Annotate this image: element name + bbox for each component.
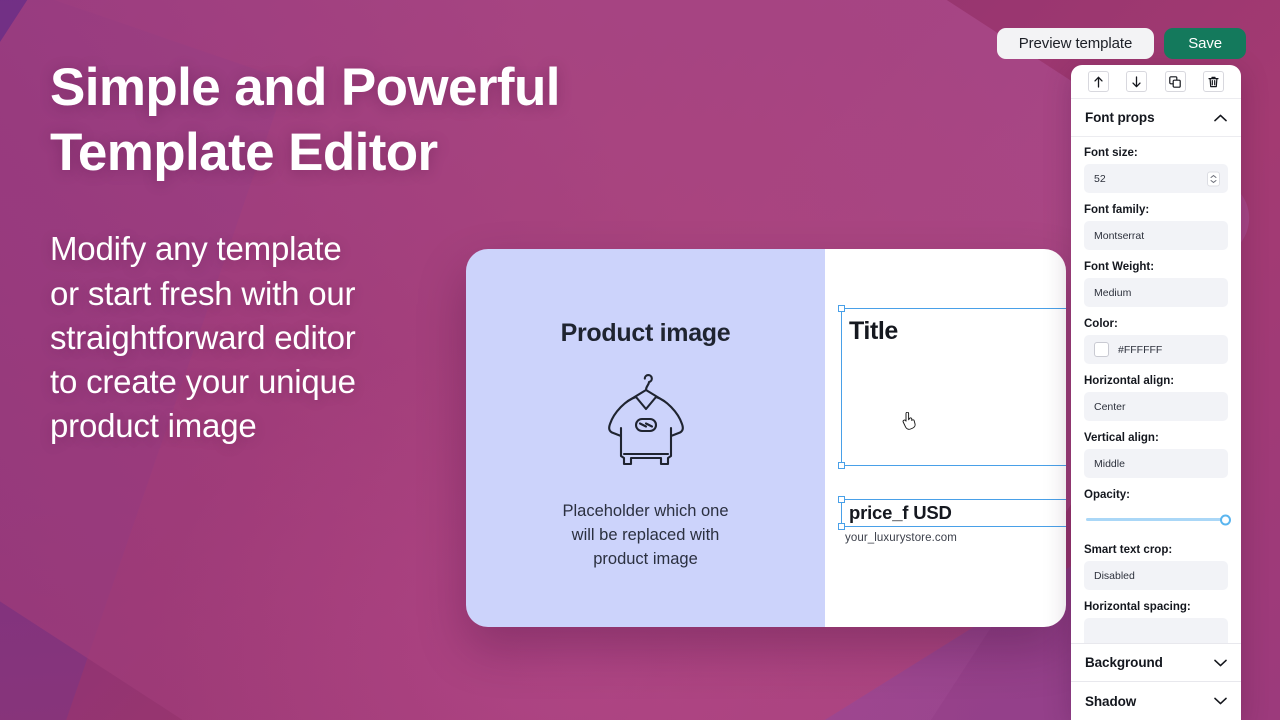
page-title-line-1: Simple and Powerful (50, 58, 560, 117)
color-swatch[interactable] (1094, 342, 1109, 357)
page-title: Simple and Powerful Template Editor (50, 56, 670, 185)
field-color: Color: #FFFFFF (1084, 318, 1228, 364)
color-value: #FFFFFF (1118, 343, 1163, 356)
mouse-cursor-pointer (902, 411, 917, 435)
title-text-element[interactable]: Title (838, 305, 1066, 469)
font-weight-select[interactable]: Medium (1084, 278, 1228, 307)
field-font-size: Font size: 52 (1084, 147, 1228, 193)
font-props-title: Font props (1085, 110, 1155, 125)
move-down-icon[interactable] (1126, 71, 1148, 92)
field-color-label: Color: (1084, 318, 1118, 330)
vertical-align-value: Middle (1094, 457, 1125, 470)
accordion-shadow[interactable]: Shadow (1071, 682, 1241, 720)
page-title-line-2: Template Editor (50, 122, 438, 182)
font-size-value: 52 (1094, 172, 1106, 185)
field-vertical-align: Vertical align: Middle (1084, 432, 1228, 478)
font-weight-value: Medium (1094, 286, 1132, 299)
field-font-weight-label: Font Weight: (1084, 261, 1155, 273)
font-family-value: Montserrat (1094, 229, 1145, 242)
sweater-hanger-icon (600, 368, 692, 475)
placeholder-caption: Placeholder which one will be replaced w… (531, 499, 761, 571)
font-family-select[interactable]: Montserrat (1084, 221, 1228, 250)
template-canvas[interactable]: Product image Placeholder which one will… (466, 249, 1066, 627)
field-smart-text-crop: Smart text crop: Disabled (1084, 544, 1228, 590)
field-opacity: Opacity: (1084, 489, 1231, 533)
chevron-down-icon[interactable] (1214, 654, 1227, 672)
title-text-label: Title (849, 317, 898, 345)
price-text-label: price_f USD (849, 502, 952, 523)
field-font-size-label: Font size: (1084, 147, 1138, 159)
field-font-family: Font family: Montserrat (1084, 204, 1228, 250)
accordion-background[interactable]: Background (1071, 644, 1241, 682)
move-up-icon[interactable] (1087, 71, 1109, 92)
store-url-text[interactable]: your_luxurystore.com (845, 532, 957, 544)
opacity-slider-track[interactable] (1086, 514, 1231, 525)
field-font-family-label: Font family: (1084, 204, 1150, 216)
panel-toolbar (1071, 65, 1241, 99)
price-resize-handle-bottom-left[interactable] (838, 523, 845, 530)
font-size-stepper[interactable] (1207, 171, 1220, 186)
color-input[interactable]: #FFFFFF (1084, 335, 1228, 364)
placeholder-caption-line-1: Placeholder which one (562, 502, 729, 520)
field-smart-text-crop-label: Smart text crop: (1084, 544, 1173, 556)
price-resize-handle-top-left[interactable] (838, 496, 845, 503)
placeholder-caption-line-3: product image (593, 550, 698, 569)
field-font-weight: Font Weight: Medium (1084, 261, 1228, 307)
canvas-text-area[interactable]: Title price_f USD your_luxurystore.com (825, 249, 1066, 627)
field-horizontal-align: Horizontal align: Center (1084, 375, 1228, 421)
accordion-shadow-label: Shadow (1085, 693, 1137, 709)
field-opacity-label: Opacity: (1084, 489, 1131, 501)
field-horizontal-spacing-label: Horizontal spacing: (1084, 601, 1191, 613)
resize-handle-bottom-left[interactable] (838, 462, 845, 469)
opacity-slider[interactable] (1084, 506, 1231, 533)
preview-template-button[interactable]: Preview template (996, 28, 1155, 59)
horizontal-align-select[interactable]: Center (1084, 392, 1228, 421)
resize-handle-top-left[interactable] (838, 305, 845, 312)
save-button[interactable]: Save (1164, 28, 1246, 59)
placeholder-title: Product image (560, 319, 731, 347)
top-action-bar: Preview template Save (996, 28, 1246, 59)
chevron-down-icon[interactable] (1214, 692, 1227, 710)
field-horizontal-align-label: Horizontal align: (1084, 375, 1175, 387)
font-props-header[interactable]: Font props (1071, 99, 1241, 137)
panel-accordions: Background Shadow (1071, 643, 1241, 720)
product-image-placeholder[interactable]: Product image Placeholder which one will… (466, 249, 825, 627)
duplicate-icon[interactable] (1164, 71, 1186, 92)
properties-panel[interactable]: Font props Font size: 52 Font family: Mo… (1071, 65, 1241, 720)
font-props-fields: Font size: 52 Font family: Montserrat Fo… (1071, 137, 1241, 643)
horizontal-align-value: Center (1094, 400, 1126, 413)
field-horizontal-spacing: Horizontal spacing: (1084, 601, 1228, 643)
vertical-align-select[interactable]: Middle (1084, 449, 1228, 478)
accordion-background-label: Background (1085, 655, 1163, 670)
smart-text-crop-value: Disabled (1094, 569, 1135, 582)
horizontal-spacing-input[interactable] (1084, 618, 1228, 643)
placeholder-caption-line-2: will be replaced with (571, 526, 720, 545)
font-size-input[interactable]: 52 (1084, 164, 1228, 193)
field-vertical-align-label: Vertical align: (1084, 432, 1159, 444)
price-text-element[interactable]: price_f USD (838, 496, 1066, 530)
opacity-slider-thumb[interactable] (1220, 514, 1231, 525)
smart-text-crop-select[interactable]: Disabled (1084, 561, 1228, 590)
chevron-up-icon[interactable] (1214, 109, 1227, 127)
delete-icon[interactable] (1203, 71, 1225, 92)
